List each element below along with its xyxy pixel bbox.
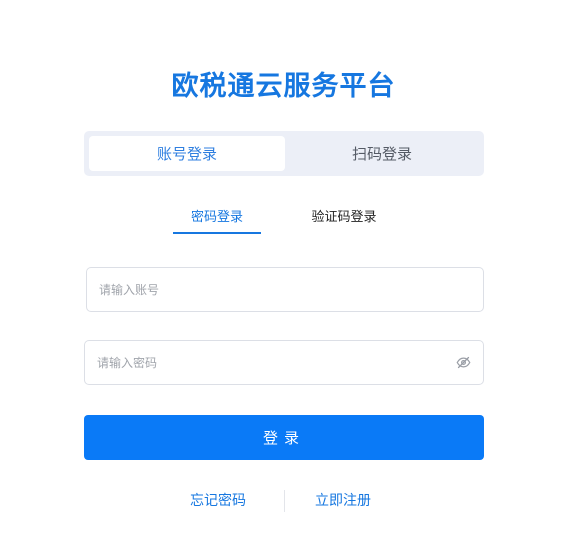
register-link[interactable]: 立即注册 — [315, 490, 371, 510]
login-page: 欧税通云服务平台 账号登录 扫码登录 密码登录 验证码登录 登录 忘记密码 立即… — [0, 0, 567, 536]
active-tab-underline — [173, 232, 261, 234]
password-field-wrapper — [84, 340, 484, 385]
tab-code-login[interactable]: 验证码登录 — [300, 206, 388, 234]
account-input[interactable] — [99, 282, 471, 297]
footer-links: 忘记密码 立即注册 — [0, 490, 567, 512]
page-title: 欧税通云服务平台 — [171, 71, 396, 102]
tab-password-login[interactable]: 密码登录 — [173, 206, 261, 234]
account-field-wrapper — [86, 267, 484, 312]
link-divider — [284, 490, 285, 512]
password-input[interactable] — [97, 355, 455, 370]
eye-off-icon[interactable] — [455, 355, 471, 371]
login-button[interactable]: 登录 — [84, 415, 484, 460]
tab-qrcode-login[interactable]: 扫码登录 — [284, 136, 480, 171]
tab-account-login[interactable]: 账号登录 — [89, 136, 285, 171]
forgot-password-link[interactable]: 忘记密码 — [190, 490, 246, 510]
login-mode-switch: 账号登录 扫码登录 — [84, 131, 484, 176]
